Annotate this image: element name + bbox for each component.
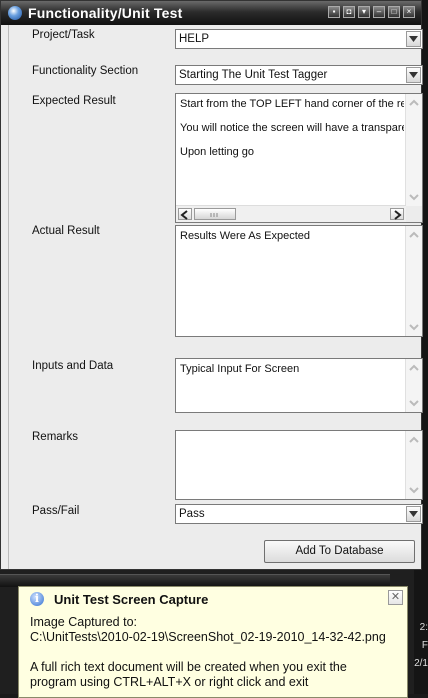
form-panel: Project/Task HELP Functionality Section … bbox=[8, 25, 423, 569]
actual-result-textarea[interactable]: Results Were As Expected bbox=[175, 225, 423, 337]
actual-label: Actual Result bbox=[32, 225, 100, 237]
section-label: Functionality Section bbox=[32, 65, 139, 77]
chevron-down-icon[interactable] bbox=[406, 31, 421, 47]
app-logo-icon bbox=[8, 6, 22, 20]
scroll-left-icon[interactable] bbox=[178, 208, 192, 220]
scroll-up-icon[interactable] bbox=[408, 434, 420, 446]
add-to-database-button[interactable]: Add To Database bbox=[264, 540, 415, 563]
scroll-right-icon[interactable] bbox=[390, 208, 404, 220]
horizontal-scrollbar[interactable] bbox=[176, 205, 406, 222]
notification-line: program using CTRL+ALT+X or right click … bbox=[30, 675, 309, 689]
pin-icon[interactable]: ▪ bbox=[328, 6, 340, 18]
notification-line: Image Captured to: bbox=[30, 615, 138, 629]
scroll-down-icon[interactable] bbox=[408, 397, 420, 409]
title-bar[interactable]: Functionality/Unit Test ▪ ◘ ▾ – □ × bbox=[1, 1, 421, 25]
vertical-scrollbar[interactable] bbox=[405, 226, 422, 336]
inputs-text: Typical Input For Screen bbox=[180, 363, 300, 375]
vertical-scrollbar[interactable] bbox=[405, 359, 422, 412]
close-icon[interactable]: × bbox=[403, 6, 415, 18]
inputs-label: Inputs and Data bbox=[32, 360, 114, 372]
dock-icon[interactable]: ◘ bbox=[343, 6, 355, 18]
notification-line: A full rich text document will be create… bbox=[30, 660, 347, 674]
project-value: HELP bbox=[179, 33, 210, 45]
inputs-textarea[interactable]: Typical Input For Screen bbox=[175, 358, 423, 413]
remarks-textarea[interactable] bbox=[175, 430, 423, 500]
expected-result-textarea[interactable]: Start from the TOP LEFT hand corner of t… bbox=[175, 93, 423, 223]
unit-test-window: Functionality/Unit Test ▪ ◘ ▾ – □ × Proj… bbox=[0, 0, 423, 570]
title-buttons: ▪ ◘ ▾ – □ × bbox=[328, 6, 415, 18]
close-icon[interactable]: ✕ bbox=[388, 590, 403, 605]
vertical-scrollbar[interactable] bbox=[405, 431, 422, 499]
scroll-down-icon[interactable] bbox=[408, 321, 420, 333]
scroll-up-icon[interactable] bbox=[408, 97, 420, 109]
project-label: Project/Task bbox=[32, 29, 95, 41]
minimize-icon[interactable]: – bbox=[373, 6, 385, 18]
project-select[interactable]: HELP bbox=[175, 29, 423, 49]
scroll-up-icon[interactable] bbox=[408, 229, 420, 241]
expected-line: You will notice the screen will have a t… bbox=[180, 122, 404, 134]
info-icon: i bbox=[30, 592, 44, 606]
pass-fail-value: Pass bbox=[179, 508, 205, 520]
chevron-down-icon[interactable] bbox=[406, 506, 421, 522]
expected-line: Upon letting go bbox=[180, 146, 254, 158]
notification-title: Unit Test Screen Capture bbox=[54, 592, 209, 607]
section-select[interactable]: Starting The Unit Test Tagger bbox=[175, 65, 423, 85]
notification-body: Image Captured to: C:\UnitTests\2010-02-… bbox=[30, 615, 399, 690]
expected-text: Start from the TOP LEFT hand corner of t… bbox=[180, 98, 404, 170]
pass-fail-select[interactable]: Pass bbox=[175, 504, 423, 524]
remarks-label: Remarks bbox=[32, 431, 79, 443]
chevron-down-icon[interactable] bbox=[406, 67, 421, 83]
scroll-corner bbox=[406, 206, 422, 222]
screen-capture-notification[interactable]: i Unit Test Screen Capture ✕ Image Captu… bbox=[18, 586, 408, 698]
actual-text: Results Were As Expected bbox=[180, 230, 311, 242]
notification-path: C:\UnitTests\2010-02-19\ScreenShot_02-19… bbox=[30, 630, 386, 644]
window-title: Functionality/Unit Test bbox=[28, 5, 183, 21]
scroll-thumb[interactable] bbox=[194, 208, 236, 220]
section-value: Starting The Unit Test Tagger bbox=[179, 69, 328, 81]
restore-down-icon[interactable]: ▾ bbox=[358, 6, 370, 18]
pass-fail-label: Pass/Fail bbox=[32, 505, 80, 517]
scroll-down-icon[interactable] bbox=[408, 191, 420, 203]
scroll-down-icon[interactable] bbox=[408, 484, 420, 496]
scroll-up-icon[interactable] bbox=[408, 362, 420, 374]
vertical-scrollbar[interactable] bbox=[405, 94, 422, 206]
expected-label: Expected Result bbox=[32, 95, 116, 107]
expected-line: Start from the TOP LEFT hand corner of t… bbox=[180, 98, 404, 110]
maximize-icon[interactable]: □ bbox=[388, 6, 400, 18]
